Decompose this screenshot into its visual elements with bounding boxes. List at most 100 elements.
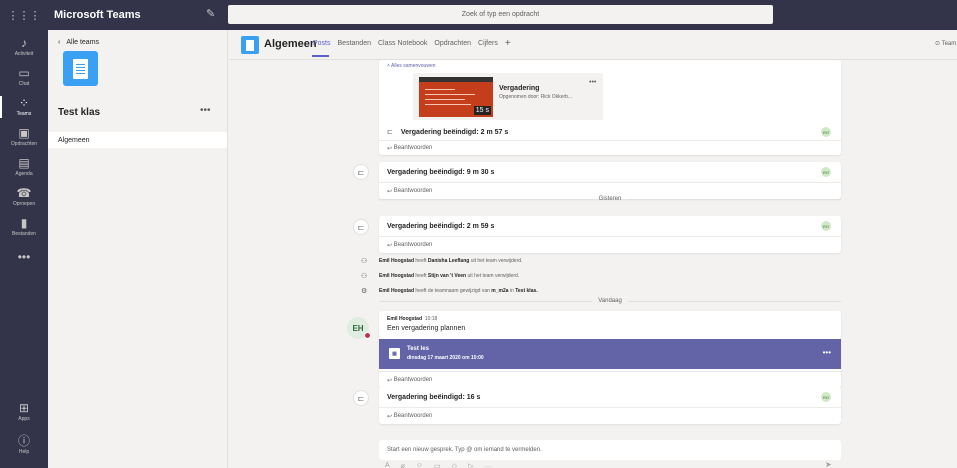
add-tab-button[interactable]: +	[505, 39, 511, 49]
rail-apps[interactable]: ⊞ Apps	[0, 395, 48, 429]
camera-icon: ⊏	[387, 129, 393, 136]
channel-title: Algemeen	[264, 38, 317, 50]
meeting-card-3: Vergadering beëindigd: 2 m 59 s RO ↩ Bea…	[379, 216, 841, 253]
meeting-event-card[interactable]: ▦ Test les dinsdag 17 maart 2020 om 10:0…	[379, 339, 841, 369]
channel-main: Algemeen Posts Bestanden Class Notebook …	[229, 30, 957, 468]
settings-icon: ⚙	[361, 288, 368, 295]
reply-button[interactable]: ↩ Beantwoorden	[379, 407, 841, 424]
tab-posts[interactable]: Posts	[313, 40, 331, 47]
emoji-icon[interactable]: ☺	[416, 462, 423, 468]
chat-icon: ▭	[18, 66, 30, 80]
rail-chat[interactable]: ▭ Chat	[0, 60, 48, 94]
recording-title: Vergadering	[499, 85, 540, 92]
teams-icon: ⁘	[18, 96, 30, 110]
system-message: ⚇ Emil Hoogstad heeft Stijn van 't Veen …	[361, 273, 520, 280]
meeting-ended-text: Vergadering beëindigd: 9 m 30 s	[387, 168, 495, 176]
calendar-icon: ▦	[389, 348, 400, 359]
team-button[interactable]: ⊙ Team	[935, 40, 956, 47]
participant-avatar: RO	[821, 392, 831, 402]
meeting-ended-text: Vergadering beëindigd: 2 m 57 s	[400, 128, 509, 136]
participant-avatar: RO	[821, 167, 831, 177]
reply-button[interactable]: ↩ Beantwoorden	[379, 371, 841, 388]
system-message: ⚙ Emil Hoogstad heeft de teamnaam gewijz…	[361, 288, 538, 295]
new-chat-icon[interactable]: ✎	[206, 7, 215, 20]
recording-duration: 15 s	[473, 106, 491, 115]
rail-files[interactable]: ▮ Bestanden	[0, 210, 48, 244]
camera-icon: ⊏	[353, 390, 369, 406]
post-subject: Een vergadering plannen	[387, 325, 466, 332]
calendar-icon: ▤	[18, 156, 30, 170]
recording-subtitle: Opgenomen door: Rick Okkerb...	[499, 94, 573, 100]
recording-thumbnail: 15 s	[419, 77, 493, 117]
app-rail: ♪ Activiteit ▭ Chat ⁘ Teams ▣ Opdrachten…	[0, 30, 48, 468]
channel-item-algemeen[interactable]: Algemeen	[48, 132, 227, 148]
event-date: dinsdag 17 maart 2020 om 10:00	[407, 355, 484, 361]
tab-files[interactable]: Bestanden	[338, 40, 371, 47]
rail-calendar[interactable]: ▤ Agenda	[0, 150, 48, 184]
post-card: Emil Hoogstad 10:18 Een vergadering plan…	[379, 311, 841, 388]
post-time: 10:18	[424, 316, 438, 322]
meeting-ended-text: Vergadering beëindigd: 2 m 59 s	[387, 222, 495, 230]
tab-grades[interactable]: Cijfers	[478, 40, 498, 47]
search-input[interactable]: Zoek of typ een opdracht	[228, 5, 773, 24]
apps-icon: ⊞	[18, 401, 30, 415]
format-icon[interactable]: A	[385, 462, 390, 468]
team-more-options-button[interactable]: •••	[200, 105, 211, 116]
compose-toolbar: A ⌀ ☺ ▭ ◇ ▷ …	[385, 462, 491, 468]
more-options-icon[interactable]: …	[484, 462, 491, 468]
meeting-card-1: ˄ Alles samenvouwen 15 s Vergadering Opg…	[379, 60, 841, 155]
send-icon[interactable]: ➤	[825, 460, 832, 468]
channel-header: Algemeen Posts Bestanden Class Notebook …	[229, 30, 957, 60]
system-message: ⚇ Emil Hoogstad heeft Danisha Leeflang u…	[361, 258, 523, 265]
reply-button[interactable]: ↩ Beantwoorden	[379, 140, 841, 155]
participant-avatar: RO	[821, 221, 831, 231]
gif-icon[interactable]: ▭	[434, 462, 441, 468]
bell-icon: ♪	[21, 36, 27, 50]
event-title: Test les	[407, 346, 429, 352]
rail-teams[interactable]: ⁘ Teams	[0, 90, 48, 124]
team-avatar	[63, 51, 98, 86]
phone-icon: ☎	[16, 186, 32, 200]
remove-user-icon: ⚇	[361, 258, 368, 265]
status-badge	[364, 332, 371, 339]
chevron-left-icon: ‹	[58, 39, 61, 46]
date-divider-today: Vandaag	[379, 296, 842, 306]
top-bar: ⋮⋮⋮ Microsoft Teams ✎ Zoek of typ een op…	[0, 0, 957, 30]
rail-help[interactable]: ⓘ Help	[0, 428, 48, 462]
remove-user-icon: ⚇	[361, 273, 368, 280]
rail-more[interactable]: •••	[0, 240, 48, 274]
more-icon: •••	[17, 250, 31, 264]
attach-icon[interactable]: ⌀	[401, 462, 405, 468]
participant-avatar: RO	[821, 127, 831, 137]
tab-class-notebook[interactable]: Class Notebook	[378, 40, 427, 47]
rail-calls[interactable]: ☎ Oproepen	[0, 180, 48, 214]
back-to-all-teams[interactable]: ‹ Alle teams	[58, 39, 99, 46]
date-divider-yesterday: Gisteren	[379, 194, 841, 204]
reply-button[interactable]: ↩ Beantwoorden	[379, 236, 841, 253]
rail-assignments[interactable]: ▣ Opdrachten	[0, 120, 48, 154]
meeting-ended-text: Vergadering beëindigd: 16 s	[387, 393, 481, 401]
recording-preview[interactable]: 15 s Vergadering Opgenomen door: Rick Ok…	[413, 73, 603, 120]
recording-more-button[interactable]: •••	[589, 79, 596, 86]
team-name: Test klas	[58, 107, 101, 118]
sticker-icon[interactable]: ◇	[452, 462, 457, 468]
teams-panel: ‹ Alle teams Test klas ••• Algemeen	[48, 30, 228, 468]
new-conversation-input[interactable]: Start een nieuw gesprek. Typ @ om iemand…	[379, 440, 841, 460]
tab-assignments[interactable]: Opdrachten	[434, 40, 471, 47]
event-more-button[interactable]: •••	[823, 348, 831, 357]
files-icon: ▮	[20, 216, 28, 230]
app-launcher-icon[interactable]: ⋮⋮⋮	[0, 0, 48, 30]
tab-strip: Posts Bestanden Class Notebook Opdrachte…	[313, 39, 518, 49]
help-icon: ⓘ	[17, 434, 30, 448]
meet-now-icon[interactable]: ▷	[468, 462, 473, 468]
app-title: Microsoft Teams	[54, 9, 141, 21]
collapse-all-link[interactable]: ˄ Alles samenvouwen	[387, 63, 436, 69]
channel-avatar	[241, 36, 259, 54]
post-author: Emil Hoogstad	[387, 316, 423, 322]
rail-activity[interactable]: ♪ Activiteit	[0, 30, 48, 64]
assignments-icon: ▣	[18, 126, 30, 140]
meeting-card-4: Vergadering beëindigd: 16 s RO ↩ Beantwo…	[379, 387, 841, 424]
camera-icon: ⊏	[353, 219, 369, 235]
active-tab-indicator	[312, 55, 329, 57]
camera-icon: ⊏	[353, 164, 369, 180]
